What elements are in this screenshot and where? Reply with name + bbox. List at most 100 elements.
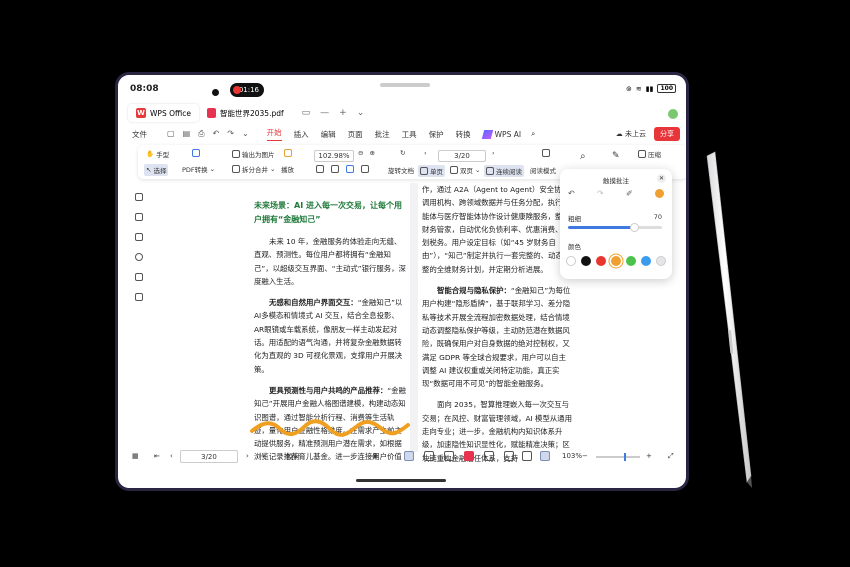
fullscreen-icon[interactable]: ⤢ xyxy=(668,452,674,461)
add-tab-icon[interactable]: + xyxy=(339,108,347,118)
outline-icon[interactable] xyxy=(135,233,143,241)
reading-mode-button[interactable]: 阅读模式 xyxy=(530,165,556,175)
color-swatch[interactable] xyxy=(596,256,606,266)
menu-convert[interactable]: 转换 xyxy=(456,129,471,140)
page-input[interactable]: 3/20 xyxy=(438,150,486,162)
reading-view-icon[interactable] xyxy=(484,451,494,461)
prev-page-icon[interactable]: ‹ xyxy=(170,452,173,460)
fit-width-icon[interactable] xyxy=(316,165,324,173)
search-icon[interactable]: ⌕ xyxy=(531,129,535,139)
zoom-slider[interactable] xyxy=(596,453,640,461)
proofread-button[interactable]: 校对 xyxy=(286,452,300,462)
cloud-status[interactable]: ☁ 未上云 xyxy=(616,129,646,139)
eye-icon[interactable]: ◉ xyxy=(372,452,378,460)
image-icon xyxy=(232,150,240,158)
menu-insert[interactable]: 插入 xyxy=(294,129,309,140)
zoom-in-icon[interactable]: ⊕ xyxy=(369,149,374,157)
screenshot-icon[interactable] xyxy=(346,165,354,173)
bookmark-icon[interactable] xyxy=(135,193,143,201)
rotate-button[interactable]: 旋转文档 xyxy=(388,165,414,175)
home-indicator[interactable] xyxy=(356,479,446,482)
menu-page[interactable]: 页面 xyxy=(348,129,363,140)
pen-icon[interactable]: ✎ xyxy=(612,151,620,161)
color-swatch[interactable] xyxy=(611,256,621,266)
tab-wps-office[interactable]: W WPS Office xyxy=(128,104,199,122)
play-view-icon[interactable] xyxy=(464,451,474,461)
multiwindow-handle[interactable] xyxy=(380,83,430,87)
color-swatch[interactable] xyxy=(581,256,591,266)
color-swatch[interactable] xyxy=(626,256,636,266)
screen-record-pill[interactable]: 01:16 xyxy=(230,83,264,97)
hand-tool[interactable]: ✋ 手型 xyxy=(146,149,169,159)
avatar[interactable] xyxy=(668,109,678,119)
close-icon[interactable]: ✕ xyxy=(657,174,666,183)
layers-icon[interactable] xyxy=(135,293,143,301)
redo-icon[interactable]: ↷ xyxy=(227,129,234,139)
wps-ai-button[interactable]: WPS AI xyxy=(481,129,522,139)
menu-annotate[interactable]: 批注 xyxy=(375,129,390,140)
menu-file[interactable]: 文件 xyxy=(132,129,147,140)
continuous-button[interactable]: 连续阅读 xyxy=(484,165,524,177)
split-merge-button[interactable]: 拆分合并 ⌄ xyxy=(232,164,275,174)
minimize-icon[interactable]: — xyxy=(320,108,329,118)
menu-tools[interactable]: 工具 xyxy=(402,129,417,140)
first-page-icon[interactable]: ⇤ xyxy=(154,452,160,460)
tab-pdf-document[interactable]: 智能世界2035.pdf xyxy=(199,104,292,122)
export-image-button[interactable]: 输出为图片 xyxy=(232,149,275,159)
thickness-slider[interactable] xyxy=(568,223,662,232)
chevron-down-icon[interactable]: ⌄ xyxy=(357,108,365,118)
current-color-swatch[interactable] xyxy=(655,189,664,198)
last-page-icon[interactable]: ⇥ xyxy=(260,452,266,460)
wps-ai-label: WPS AI xyxy=(494,129,522,139)
open-icon[interactable]: ▢ xyxy=(167,129,175,139)
continuous-view-icon[interactable] xyxy=(444,451,454,461)
pen-annotation-stroke[interactable] xyxy=(250,419,410,437)
color-swatch[interactable] xyxy=(656,256,666,266)
crop-icon[interactable] xyxy=(361,165,369,173)
next-page-icon[interactable]: › xyxy=(492,149,495,157)
compress-button[interactable]: 压缩 xyxy=(638,149,661,159)
menu-start[interactable]: 开始 xyxy=(266,127,282,141)
next-page-icon[interactable]: › xyxy=(246,452,249,460)
single-page-button[interactable]: 单页 xyxy=(418,165,445,177)
print-icon[interactable]: ⎙ xyxy=(198,129,204,139)
undo-icon[interactable]: ↶ xyxy=(213,129,220,139)
pdf-convert-button[interactable]: PDF转换 ⌄ xyxy=(182,164,215,174)
color-swatch[interactable] xyxy=(566,256,576,266)
pen-type-icon[interactable]: ✐ xyxy=(626,189,633,198)
find-icon[interactable]: ⌕ xyxy=(580,151,586,162)
annotate-view-icon[interactable] xyxy=(540,451,550,461)
wifi-icon: ≋ xyxy=(635,84,642,93)
prev-page-icon[interactable]: ‹ xyxy=(424,149,427,157)
window-icon[interactable]: ▭ xyxy=(302,108,311,118)
double-view-icon[interactable] xyxy=(424,451,434,461)
zoom-out-icon[interactable]: − xyxy=(582,452,588,460)
save-icon[interactable]: ▤ xyxy=(183,129,191,139)
screenshot-view-icon[interactable] xyxy=(522,451,532,461)
page-number-input[interactable]: 3/20 xyxy=(180,450,238,463)
attachment-icon[interactable] xyxy=(135,253,143,261)
zoom-out-icon[interactable]: ⊖ xyxy=(358,149,363,157)
undo-icon[interactable]: ↶ xyxy=(568,189,575,198)
menu-protect[interactable]: 保护 xyxy=(429,129,444,140)
fit-icon[interactable] xyxy=(504,451,514,461)
zoom-in-icon[interactable]: + xyxy=(646,452,652,460)
share-button[interactable]: 分享 xyxy=(654,127,680,141)
color-swatch[interactable] xyxy=(641,256,651,266)
play-button[interactable]: 播放 xyxy=(281,164,294,174)
menu-edit[interactable]: 编辑 xyxy=(321,129,336,140)
slider-handle[interactable] xyxy=(629,223,639,232)
page-gap xyxy=(410,183,418,452)
zoom-slider-handle[interactable] xyxy=(624,453,626,461)
more-icon[interactable]: ⌄ xyxy=(242,129,249,139)
single-view-icon[interactable] xyxy=(404,451,414,461)
select-label: 选择 xyxy=(153,167,167,175)
signature-icon[interactable] xyxy=(135,273,143,281)
zoom-input[interactable]: 102.98% xyxy=(314,150,354,162)
thumbnail-icon[interactable] xyxy=(135,213,143,221)
redo-icon[interactable]: ↷ xyxy=(597,189,604,198)
fit-page-icon[interactable] xyxy=(331,165,339,173)
select-tool[interactable]: ↖ 选择 xyxy=(144,164,169,176)
double-page-button[interactable]: 双页 ⌄ xyxy=(450,165,480,175)
sidebar-toggle-icon[interactable]: ▦ xyxy=(132,452,139,460)
